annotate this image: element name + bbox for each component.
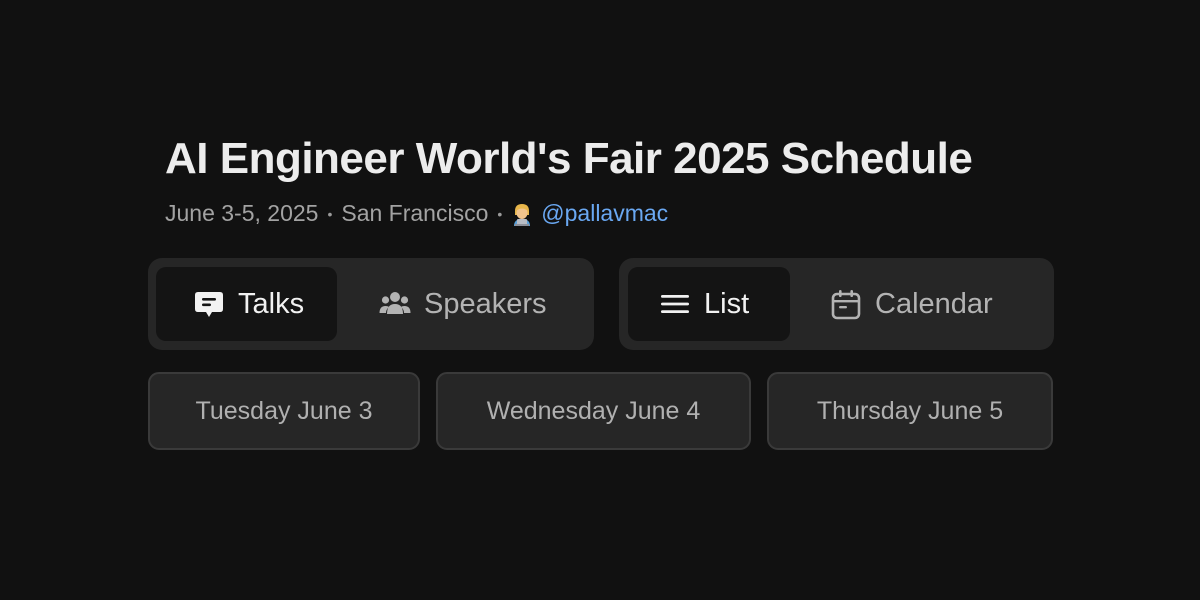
event-dates: June 3-5, 2025	[165, 200, 319, 226]
separator-dot: •	[327, 205, 333, 222]
day-button-wednesday[interactable]: Wednesday June 4	[436, 372, 751, 450]
speech-bubble-icon	[192, 287, 226, 321]
event-meta: June 3-5, 2025 • San Francisco • @pallav…	[165, 200, 668, 227]
page-title: AI Engineer World's Fair 2025 Schedule	[165, 134, 973, 183]
view-mode-toggle: List Calendar	[619, 258, 1054, 350]
tab-talks[interactable]: Talks	[156, 267, 337, 341]
tab-calendar[interactable]: Calendar	[799, 267, 1045, 341]
tab-speakers-label: Speakers	[424, 287, 547, 320]
day-button-tuesday[interactable]: Tuesday June 3	[148, 372, 420, 450]
list-lines-icon	[658, 287, 692, 321]
tab-talks-label: Talks	[238, 287, 305, 320]
technologist-emoji-icon	[511, 202, 533, 226]
day-button-thursday[interactable]: Thursday June 5	[767, 372, 1053, 450]
event-location: San Francisco	[341, 200, 489, 226]
tab-speakers[interactable]: Speakers	[344, 267, 586, 341]
calendar-icon	[829, 287, 863, 321]
tab-list-label: List	[704, 287, 750, 320]
people-group-icon	[378, 287, 412, 321]
tab-calendar-label: Calendar	[875, 287, 993, 320]
separator-dot: •	[497, 205, 503, 222]
author-handle-link[interactable]: @pallavmac	[541, 200, 668, 227]
content-type-toggle: Talks Speakers	[148, 258, 594, 350]
tab-list[interactable]: List	[628, 267, 790, 341]
